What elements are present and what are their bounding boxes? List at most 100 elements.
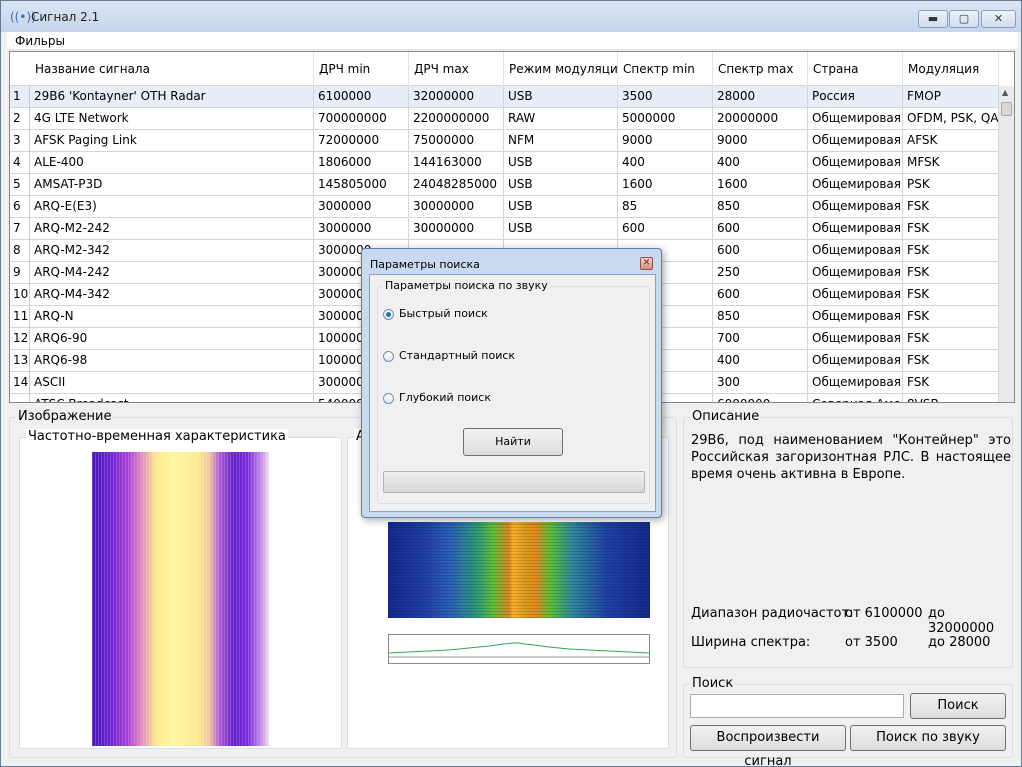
table-cell: 600 (713, 240, 808, 262)
app-window: ((•)) Сигнал 2.1 ▬ ▢ ✕ Фильры Название с… (0, 0, 1022, 767)
table-cell: FSK (903, 284, 999, 306)
standard-search-label[interactable]: Стандартный поиск (399, 349, 515, 362)
table-row[interactable]: 6 ARQ-E(E3) 3000000 30000000 USB 85 850 Общемир… (10, 196, 999, 218)
sound-search-params-group: Параметры поиска по звуку Быстрый поиск … (377, 279, 650, 504)
width-to: до 28000 (928, 635, 991, 650)
table-row[interactable]: 5 AMSAT-P3D 145805000 24048285000 USB 1600 160… (10, 174, 999, 196)
table-cell: 1600 (713, 174, 808, 196)
column-header[interactable]: ДРЧ min (314, 52, 409, 86)
minimize-button[interactable]: ▬ (918, 10, 948, 28)
table-cell: 30000000 (409, 218, 504, 240)
table-cell: 30000000 (409, 196, 504, 218)
table-cell: 600 (618, 218, 713, 240)
table-cell: RAW (504, 108, 618, 130)
table-cell: 20000000 (713, 108, 808, 130)
time-frequency-title: Частотно-временная характеристика (26, 429, 288, 444)
table-cell: 3000000 (314, 218, 409, 240)
table-cell: 6000000 (713, 394, 808, 402)
column-header[interactable]: ДРЧ max (409, 52, 504, 86)
waterfall-image (388, 522, 650, 618)
table-cell: 9000 (618, 130, 713, 152)
find-button[interactable]: Найти (463, 428, 563, 456)
range-label: Диапазон радиочастот: (691, 606, 854, 621)
close-button[interactable]: ✕ (981, 10, 1016, 28)
table-row[interactable]: 4 ALE-400 1806000 144163000 USB 400 400 Общемир… (10, 152, 999, 174)
deep-search-label[interactable]: Глубокий поиск (399, 391, 491, 404)
table-cell: 400 (713, 152, 808, 174)
row-number: 14 (10, 372, 30, 394)
table-cell: Общемировая (808, 372, 903, 394)
table-cell: ARQ-M2-342 (30, 240, 314, 262)
table-cell: 600 (713, 284, 808, 306)
description-text: 29В6, под наименованием "Контейнер" это … (691, 433, 1011, 482)
row-number: 9 (10, 262, 30, 284)
column-header[interactable]: Режим модуляции (504, 52, 618, 86)
scroll-up-icon[interactable]: ▲ (1002, 88, 1008, 97)
maximize-button[interactable]: ▢ (949, 10, 979, 28)
table-cell: 250 (713, 262, 808, 284)
table-row[interactable]: 2 4G LTE Network 700000000 2200000000 RAW 500… (10, 108, 999, 130)
table-cell: 700000000 (314, 108, 409, 130)
window-title: Сигнал 2.1 (31, 10, 100, 24)
column-header[interactable]: Страна (808, 52, 903, 86)
table-cell: Общемировая (808, 108, 903, 130)
table-cell: 300 (713, 372, 808, 394)
table-cell: FSK (903, 262, 999, 284)
deep-search-radio[interactable] (383, 393, 394, 404)
table-scrollbar[interactable]: ▲ (998, 86, 1014, 402)
table-cell: Общемировая (808, 262, 903, 284)
table-cell: FSK (903, 306, 999, 328)
table-cell: FMOP (903, 86, 999, 108)
table-row[interactable]: 7 ARQ-M2-242 3000000 30000000 USB 600 600 Общем… (10, 218, 999, 240)
table-cell: 8VSB (903, 394, 999, 402)
table-cell: FSK (903, 218, 999, 240)
dialog-close-button[interactable]: ✕ (640, 257, 653, 270)
search-button[interactable]: Поиск (910, 693, 1006, 719)
column-header[interactable]: Спектр min (618, 52, 713, 86)
table-cell: ARQ-M4-242 (30, 262, 314, 284)
table-cell: 6100000 (314, 86, 409, 108)
row-number: 13 (10, 350, 30, 372)
column-header[interactable]: Название сигнала (30, 52, 314, 86)
table-cell: AFSK (903, 130, 999, 152)
table-cell: 3000000 (314, 196, 409, 218)
table-cell: 9000 (713, 130, 808, 152)
table-row[interactable]: 3 AFSK Paging Link 72000000 75000000 NFM 9000… (10, 130, 999, 152)
standard-search-radio[interactable] (383, 351, 394, 362)
sound-search-button[interactable]: Поиск по звуку (850, 725, 1006, 751)
table-cell: FSK (903, 240, 999, 262)
table-cell: ATSC Broadcast (30, 394, 314, 402)
row-number: 2 (10, 108, 30, 130)
table-cell: 145805000 (314, 174, 409, 196)
dialog-group-title: Параметры поиска по звуку (383, 279, 550, 292)
search-input[interactable] (690, 694, 904, 718)
column-header[interactable]: Модуляция (903, 52, 999, 86)
table-cell: 5000000 (618, 108, 713, 130)
table-cell: USB (504, 218, 618, 240)
column-header[interactable]: Спектр max (713, 52, 808, 86)
table-cell: 2200000000 (409, 108, 504, 130)
row-number: 12 (10, 328, 30, 350)
dialog-title: Параметры поиска (370, 258, 480, 271)
table-cell: ARQ6-98 (30, 350, 314, 372)
scroll-thumb[interactable] (1001, 102, 1012, 116)
fast-search-radio[interactable] (383, 309, 394, 320)
table-cell: 1806000 (314, 152, 409, 174)
table-cell: ALE-400 (30, 152, 314, 174)
table-cell: 24048285000 (409, 174, 504, 196)
width-from: от 3500 (845, 635, 898, 650)
width-label: Ширина спектра: (691, 635, 811, 650)
table-row[interactable]: 1 29B6 'Kontayner' OTH Radar 6100000 320000… (10, 86, 999, 108)
table-cell: AFSK Paging Link (30, 130, 314, 152)
row-number: 1 (10, 86, 30, 108)
play-signal-button[interactable]: Воспроизвести сигнал (690, 725, 846, 767)
menu-filters[interactable]: Фильры (15, 34, 65, 48)
table-cell: AMSAT-P3D (30, 174, 314, 196)
table-cell: 700 (713, 328, 808, 350)
table-cell: Общемировая (808, 350, 903, 372)
fast-search-label[interactable]: Быстрый поиск (399, 307, 488, 320)
table-cell: 28000 (713, 86, 808, 108)
table-cell: ARQ-M2-242 (30, 218, 314, 240)
row-number (10, 394, 30, 402)
table-cell: 32000000 (409, 86, 504, 108)
